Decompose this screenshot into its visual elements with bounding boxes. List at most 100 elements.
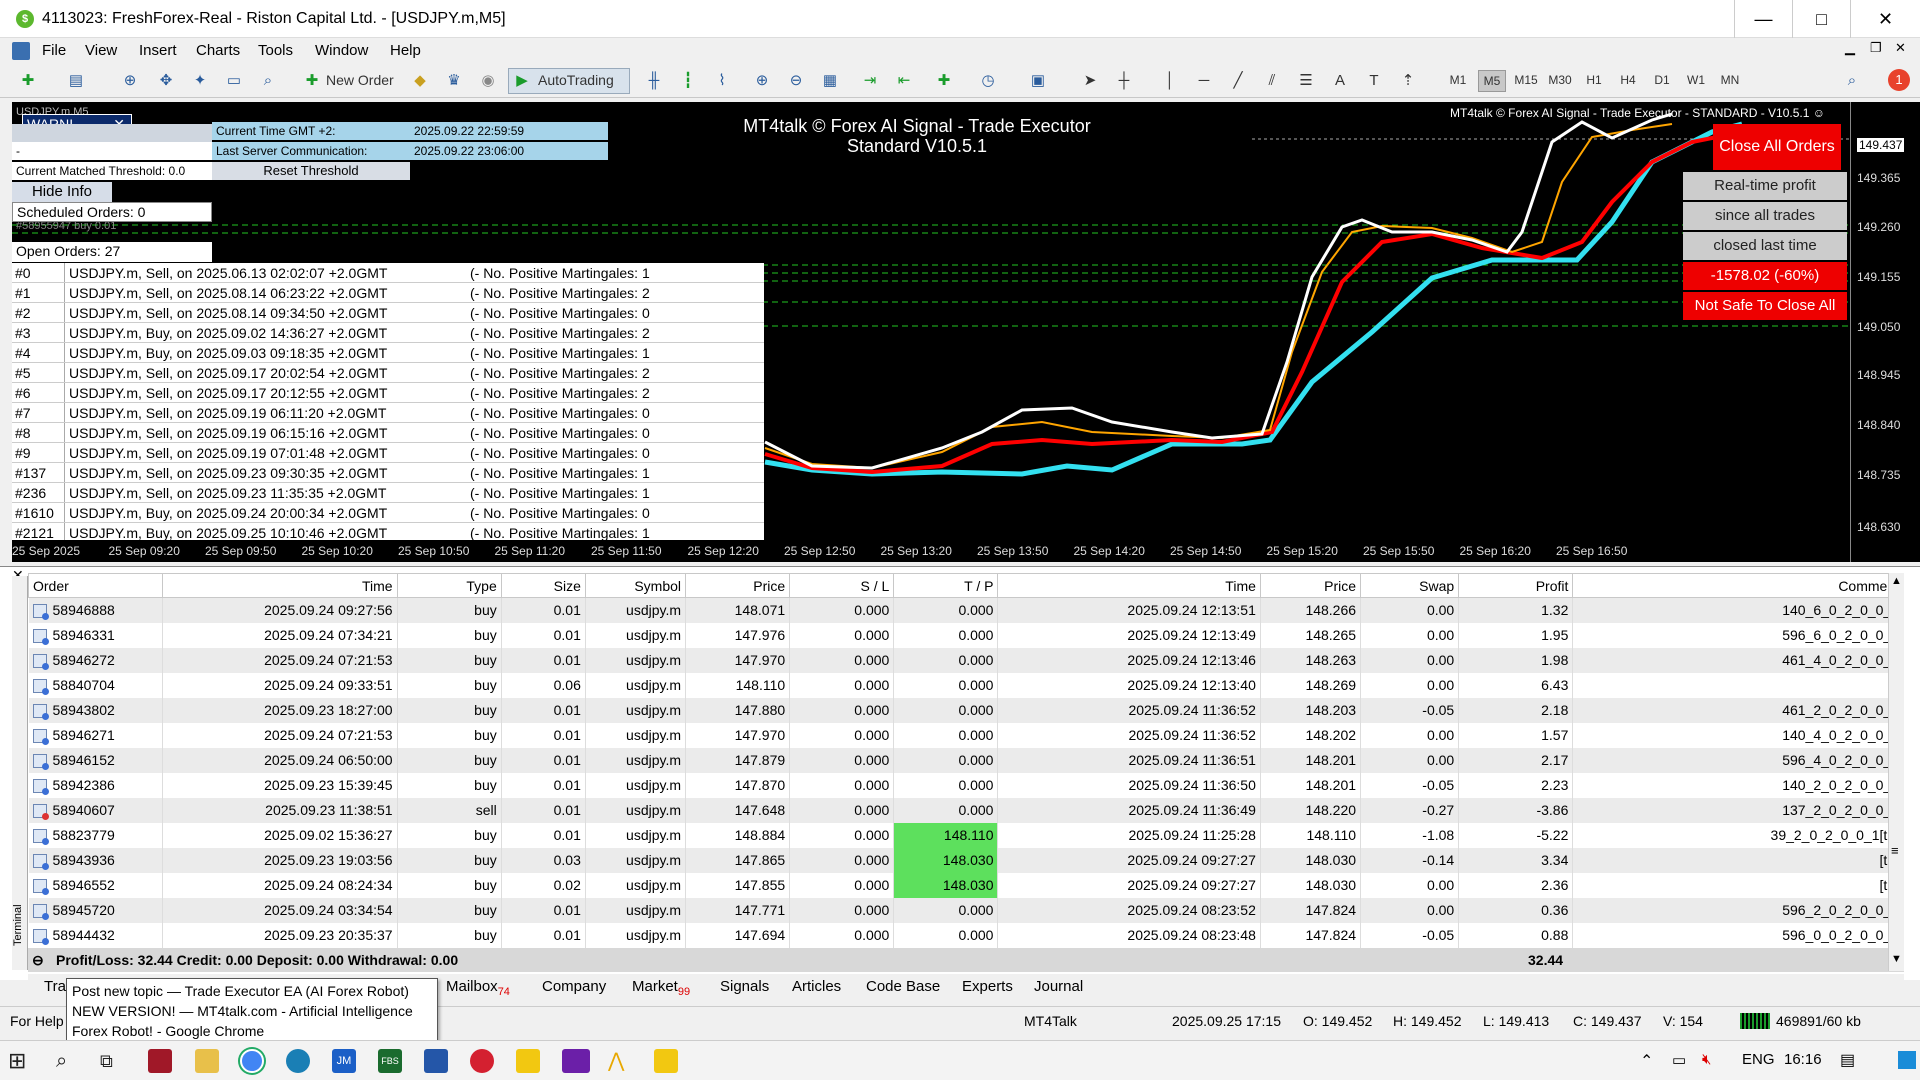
column-header[interactable]: Profit bbox=[1458, 573, 1574, 598]
tile-windows-icon[interactable]: ▦ bbox=[820, 71, 840, 91]
navigator-icon[interactable]: ✥ bbox=[156, 71, 176, 91]
new-chart-icon[interactable]: ✚ bbox=[18, 71, 38, 91]
app-icon-1[interactable] bbox=[148, 1049, 172, 1073]
tf-d1[interactable]: D1 bbox=[1648, 73, 1676, 87]
table-row[interactable]: 58943936 2025.09.23 19:03:56 buy 0.03 usdjpy… bbox=[28, 847, 1904, 873]
tf-m30[interactable]: M30 bbox=[1546, 73, 1574, 87]
column-header[interactable]: Type bbox=[396, 573, 502, 598]
chart-shift-icon[interactable]: ⇤ bbox=[894, 71, 914, 91]
table-row[interactable]: 58942386 2025.09.23 15:39:45 buy 0.01 usdjpy… bbox=[28, 772, 1904, 798]
menu-tools[interactable]: Tools bbox=[258, 42, 293, 59]
tf-w1[interactable]: W1 bbox=[1682, 73, 1710, 87]
chrome-icon[interactable] bbox=[240, 1049, 264, 1073]
task-view-icon[interactable]: ⧉ bbox=[100, 1049, 124, 1073]
data-window-icon[interactable]: ✦ bbox=[190, 71, 210, 91]
table-row[interactable]: 58946272 2025.09.24 07:21:53 buy 0.01 usdjpy… bbox=[28, 647, 1904, 673]
language-indicator[interactable]: ENG bbox=[1742, 1051, 1775, 1068]
tf-h4[interactable]: H4 bbox=[1614, 73, 1642, 87]
notifications-icon[interactable]: ▤ bbox=[1840, 1050, 1855, 1070]
table-row[interactable]: 58946888 2025.09.24 09:27:56 buy 0.01 usdjpy… bbox=[28, 597, 1904, 623]
search-taskbar-icon[interactable]: ⌕ bbox=[56, 1049, 80, 1073]
profiles-icon[interactable]: ▤ bbox=[66, 71, 86, 91]
metatrader-icon[interactable] bbox=[562, 1049, 590, 1073]
app-fbs-icon[interactable]: FBS bbox=[378, 1049, 402, 1073]
file-explorer-icon[interactable] bbox=[195, 1049, 219, 1073]
cursor-icon[interactable]: ➤ bbox=[1080, 71, 1100, 91]
tab-market[interactable]: Market99 bbox=[632, 978, 690, 998]
table-row[interactable]: 58943802 2025.09.23 18:27:00 buy 0.01 usdjpy… bbox=[28, 697, 1904, 723]
column-header[interactable]: Swap bbox=[1360, 573, 1460, 598]
horizontal-line-icon[interactable]: ─ bbox=[1194, 71, 1214, 91]
table-row[interactable]: 58946552 2025.09.24 08:24:34 buy 0.02 usdjpy… bbox=[28, 872, 1904, 898]
new-order-button[interactable]: New Order bbox=[326, 72, 394, 94]
app-jm-icon[interactable]: JM bbox=[332, 1049, 356, 1073]
app-icon-8[interactable] bbox=[470, 1049, 494, 1073]
tab-signals[interactable]: Signals bbox=[720, 978, 769, 995]
maximize-button[interactable]: □ bbox=[1792, 0, 1850, 38]
vertical-line-icon[interactable]: │ bbox=[1160, 71, 1180, 91]
column-header[interactable]: S / L bbox=[789, 573, 895, 598]
table-row[interactable]: 58840704 2025.09.24 09:33:51 buy 0.06 usdjpy… bbox=[28, 672, 1904, 698]
summary-expand-icon[interactable]: ⊖ bbox=[32, 948, 44, 972]
table-row[interactable]: 58823779 2025.09.02 15:36:27 buy 0.01 usdjpy… bbox=[28, 822, 1904, 848]
column-header[interactable]: T / P bbox=[893, 573, 999, 598]
strategy-tester-icon[interactable]: ⌕ bbox=[258, 71, 278, 91]
reset-threshold-button[interactable]: Reset Threshold bbox=[212, 162, 410, 180]
table-row[interactable]: 58946152 2025.09.24 06:50:00 buy 0.01 usdjpy… bbox=[28, 747, 1904, 773]
templates-icon[interactable]: ▣ bbox=[1028, 71, 1048, 91]
table-row[interactable]: 58944432 2025.09.23 20:35:37 buy 0.01 usdjpy… bbox=[28, 922, 1904, 948]
tab-company[interactable]: Company bbox=[542, 978, 606, 995]
text-label-icon[interactable]: T bbox=[1364, 71, 1384, 91]
show-desktop-icon[interactable] bbox=[1898, 1051, 1916, 1069]
tab-code-base[interactable]: Code Base bbox=[866, 978, 940, 995]
indicators-icon[interactable]: ✚ bbox=[934, 71, 954, 91]
edge-icon[interactable] bbox=[286, 1049, 310, 1073]
crosshair-icon[interactable]: ┼ bbox=[1114, 71, 1134, 91]
minimize-button[interactable]: — bbox=[1734, 0, 1792, 38]
mdi-close-button[interactable]: ✕ bbox=[1895, 40, 1906, 56]
zoom-out-icon[interactable]: ⊖ bbox=[786, 71, 806, 91]
table-row[interactable]: 58945720 2025.09.24 03:34:54 buy 0.01 usdjpy… bbox=[28, 897, 1904, 923]
app-icon-9[interactable] bbox=[516, 1049, 540, 1073]
market-watch-icon[interactable]: ⊕ bbox=[120, 71, 140, 91]
periods-icon[interactable]: ◷ bbox=[978, 71, 998, 91]
text-icon[interactable]: A bbox=[1330, 71, 1350, 91]
volume-muted-icon[interactable]: 🔇︎ bbox=[1702, 1051, 1711, 1068]
menu-insert[interactable]: Insert bbox=[139, 42, 177, 59]
tray-chevron-icon[interactable]: ⌃ bbox=[1640, 1051, 1653, 1071]
equidistant-channel-icon[interactable]: ⫽ bbox=[1262, 71, 1282, 91]
menu-file[interactable]: File bbox=[42, 42, 66, 59]
zoom-in-icon[interactable]: ⊕ bbox=[752, 71, 772, 91]
signals-icon[interactable]: ♛ bbox=[444, 71, 464, 91]
table-row[interactable]: 58940607 2025.09.23 11:38:51 sell 0.01 usdjp… bbox=[28, 797, 1904, 823]
scroll-thumb[interactable]: ≡ bbox=[1891, 843, 1899, 858]
network-icon[interactable]: ▭ bbox=[1672, 1051, 1686, 1069]
column-header[interactable]: Order bbox=[27, 573, 164, 598]
tf-h1[interactable]: H1 bbox=[1580, 73, 1608, 87]
tab-mailbox[interactable]: Mailbox74 bbox=[446, 978, 510, 998]
tf-m1[interactable]: M1 bbox=[1444, 73, 1472, 87]
metaeditor-icon[interactable]: ◆ bbox=[410, 71, 430, 91]
table-scrollbar[interactable]: ▲ ≡ ▼ bbox=[1888, 573, 1904, 971]
menu-view[interactable]: View bbox=[85, 42, 117, 59]
mdi-restore-button[interactable]: ❐ bbox=[1870, 40, 1882, 56]
connection-bars-icon[interactable] bbox=[1740, 1013, 1770, 1029]
tf-m15[interactable]: M15 bbox=[1512, 73, 1540, 87]
mdi-minimize-button[interactable]: ▁ bbox=[1845, 40, 1855, 56]
tf-mn[interactable]: MN bbox=[1716, 73, 1744, 87]
notification-badge[interactable]: 1 bbox=[1888, 69, 1910, 91]
column-header[interactable]: Comment bbox=[1572, 573, 1904, 598]
column-header[interactable]: Price bbox=[685, 573, 791, 598]
arrows-icon[interactable]: ⇡ bbox=[1398, 71, 1418, 91]
tab-articles[interactable]: Articles bbox=[792, 978, 841, 995]
hide-info-button[interactable]: Hide Info bbox=[12, 182, 112, 202]
app-icon-11[interactable]: ⋀ bbox=[608, 1049, 632, 1073]
menu-help[interactable]: Help bbox=[390, 42, 421, 59]
column-header[interactable]: Price bbox=[1259, 573, 1362, 598]
tf-m5[interactable]: M5 bbox=[1478, 70, 1506, 92]
app-icon-12[interactable] bbox=[654, 1049, 678, 1073]
column-header[interactable]: Symbol bbox=[584, 573, 687, 598]
close-all-orders-button[interactable]: Close All Orders bbox=[1713, 124, 1841, 170]
clock[interactable]: 16:16 bbox=[1784, 1051, 1822, 1068]
bar-chart-icon[interactable]: ╫ bbox=[644, 71, 664, 91]
